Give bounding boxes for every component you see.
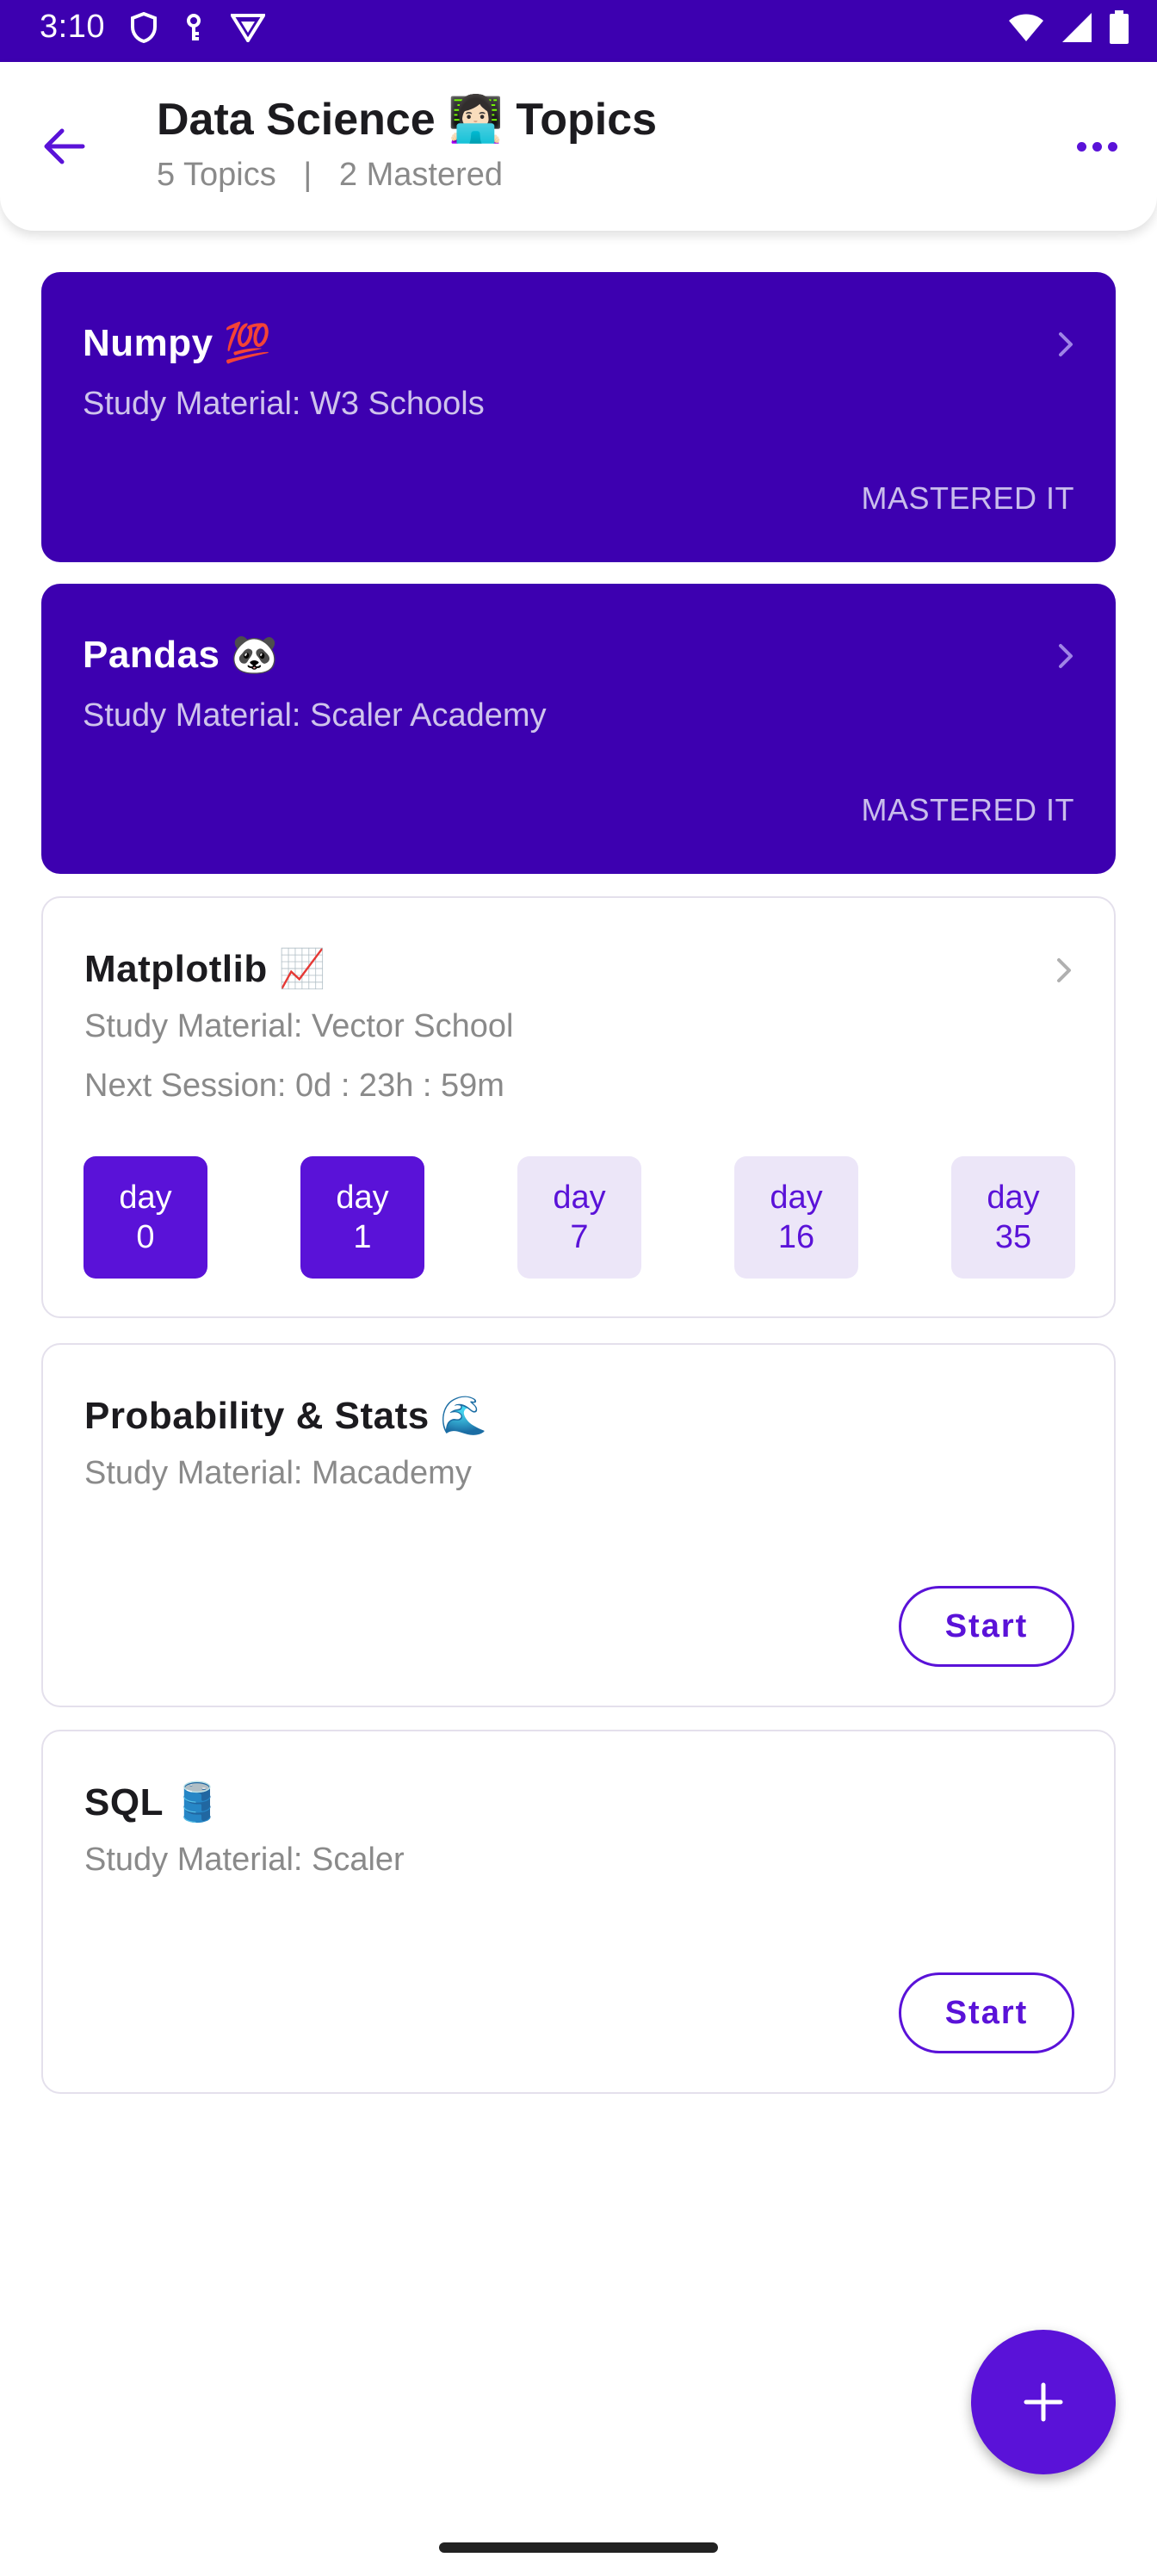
topic-material: Study Material: Vector School [84,1008,514,1044]
chevron-right-icon [1059,644,1073,668]
home-indicator[interactable] [439,2542,718,2553]
topic-material: Study Material: Scaler [84,1842,405,1878]
app-bar: Data Science 👩🏻‍💻 Topics 5 Topics | 2 Ma… [0,62,1157,231]
shield-icon [131,12,157,43]
more-dot-icon [1092,141,1102,152]
back-button[interactable] [33,115,95,177]
day-chip-35[interactable]: day 35 [951,1156,1075,1279]
topic-card-numpy[interactable]: Numpy 💯 Study Material: W3 Schools MASTE… [41,272,1116,562]
battery-icon [1110,10,1129,44]
day-chip-7[interactable]: day 7 [517,1156,641,1279]
day-chip-1[interactable]: day 1 [300,1156,424,1279]
wifi-icon [1009,14,1043,41]
topic-card-pandas[interactable]: Pandas 🐼 Study Material: Scaler Academy … [41,584,1116,874]
start-button[interactable]: Start [899,1586,1074,1667]
next-session-countdown: Next Session: 0d : 23h : 59m [84,1068,504,1104]
more-dot-icon [1076,141,1086,152]
topic-card-matplotlib[interactable]: Matplotlib 📈 Study Material: Vector Scho… [41,896,1116,1318]
plus-icon [1024,2382,1063,2422]
vpn-key-icon [187,14,201,40]
cellular-signal-icon [1062,13,1092,42]
more-dot-icon [1107,141,1117,152]
start-button[interactable]: Start [899,1972,1074,2053]
topic-material: Study Material: Macademy [84,1455,472,1491]
topic-title: Pandas 🐼 [83,634,279,676]
arrow-back-icon [44,128,85,164]
day-chip-16[interactable]: day 16 [734,1156,858,1279]
topic-title: Matplotlib 📈 [84,948,326,990]
topic-material: Study Material: Scaler Academy [83,697,547,734]
page-title: Data Science 👩🏻‍💻 Topics [157,95,658,145]
status-bar: 3:10 [0,0,1157,62]
mastered-status: MASTERED IT [861,480,1074,516]
topic-title: Probability & Stats 🌊 [84,1395,488,1437]
status-time: 3:10 [40,9,105,45]
topic-title: Numpy 💯 [83,322,272,364]
more-options-button[interactable] [1066,115,1128,177]
topic-title: SQL 🛢️ [84,1781,222,1824]
chevron-right-icon [1057,958,1071,982]
topic-card-probability-stats[interactable]: Probability & Stats 🌊 Study Material: Ma… [41,1343,1116,1707]
chevron-right-icon [1059,332,1073,356]
add-topic-button[interactable] [971,2330,1116,2474]
mastered-status: MASTERED IT [861,792,1074,827]
day-chip-0[interactable]: day 0 [84,1156,207,1279]
topic-material: Study Material: W3 Schools [83,386,485,422]
page-subtitle: 5 Topics | 2 Mastered [157,157,504,193]
app-triangle-icon [231,14,265,42]
topic-card-sql[interactable]: SQL 🛢️ Study Material: Scaler Start [41,1730,1116,2094]
